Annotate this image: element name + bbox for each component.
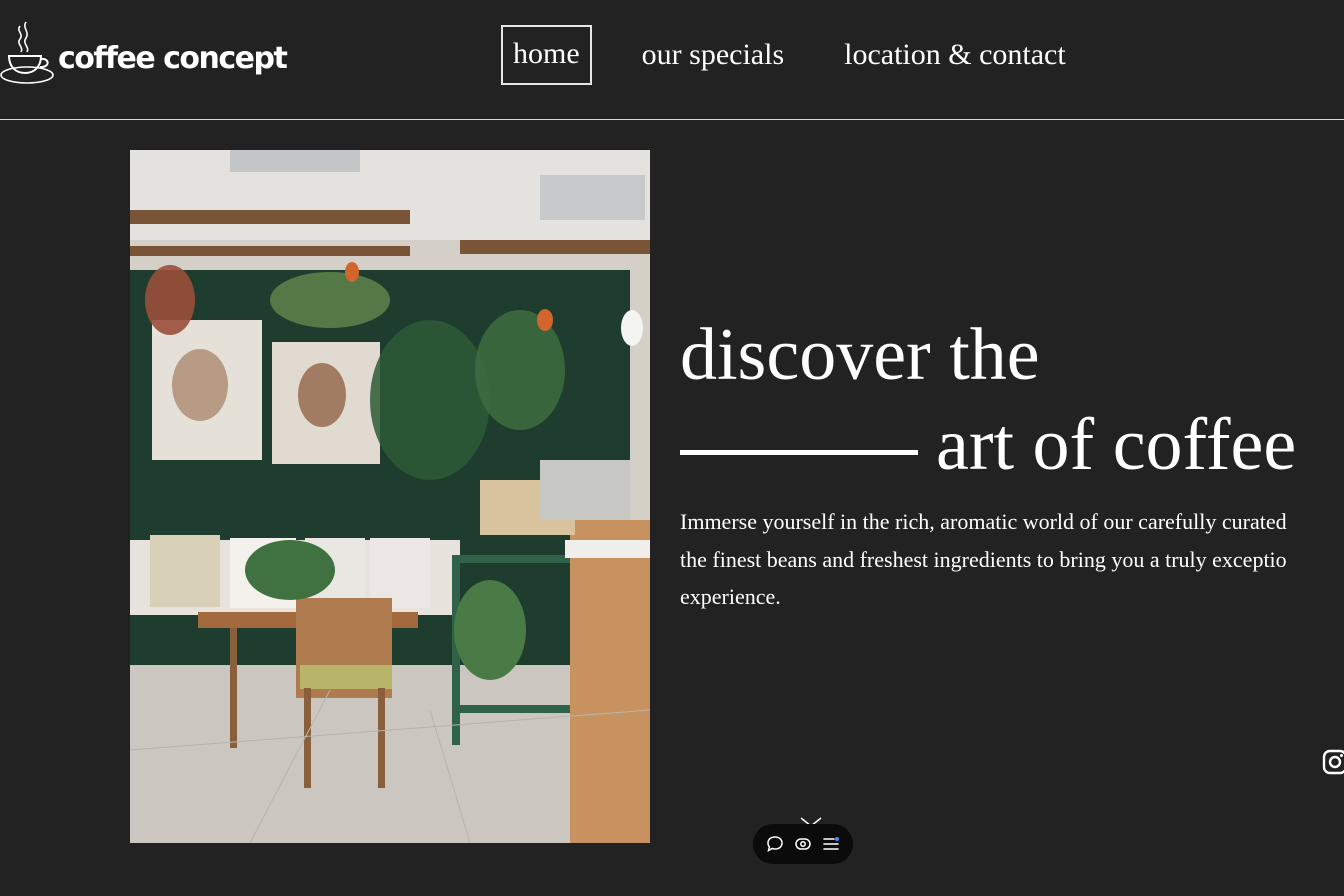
hero-title-line-2-wrapper: art of coffee bbox=[680, 400, 1296, 490]
nav-home[interactable]: home bbox=[501, 25, 592, 85]
brand-name: coffee concept bbox=[58, 40, 288, 76]
hero-heading: discover the art of coffee bbox=[680, 310, 1296, 490]
menu-icon[interactable] bbox=[820, 833, 842, 855]
description-line-3: experience. bbox=[680, 584, 781, 609]
nav-our-specials[interactable]: our specials bbox=[642, 38, 784, 72]
site-header: coffee concept home our specials locatio… bbox=[0, 0, 1344, 120]
eye-icon[interactable] bbox=[792, 833, 814, 855]
hero-description: Immerse yourself in the rich, aromatic w… bbox=[680, 503, 1344, 616]
logo[interactable]: coffee concept bbox=[0, 20, 288, 86]
title-rule-divider bbox=[680, 449, 918, 455]
coffee-cup-icon bbox=[0, 21, 54, 84]
comment-icon[interactable] bbox=[764, 833, 786, 855]
description-line-2: the finest beans and freshest ingredient… bbox=[680, 546, 1287, 572]
floating-toolbar bbox=[753, 824, 853, 864]
hero-title-line-1: discover the bbox=[680, 314, 1040, 396]
cafe-interior-photo bbox=[130, 150, 650, 843]
hero-title-line-2: art of coffee bbox=[936, 404, 1297, 486]
nav-location-contact[interactable]: location & contact bbox=[844, 38, 1066, 72]
description-line-1: Immerse yourself in the rich, aromatic w… bbox=[680, 509, 1287, 534]
main-nav: home our specials location & contact bbox=[501, 25, 1066, 85]
instagram-icon[interactable] bbox=[1322, 749, 1344, 777]
